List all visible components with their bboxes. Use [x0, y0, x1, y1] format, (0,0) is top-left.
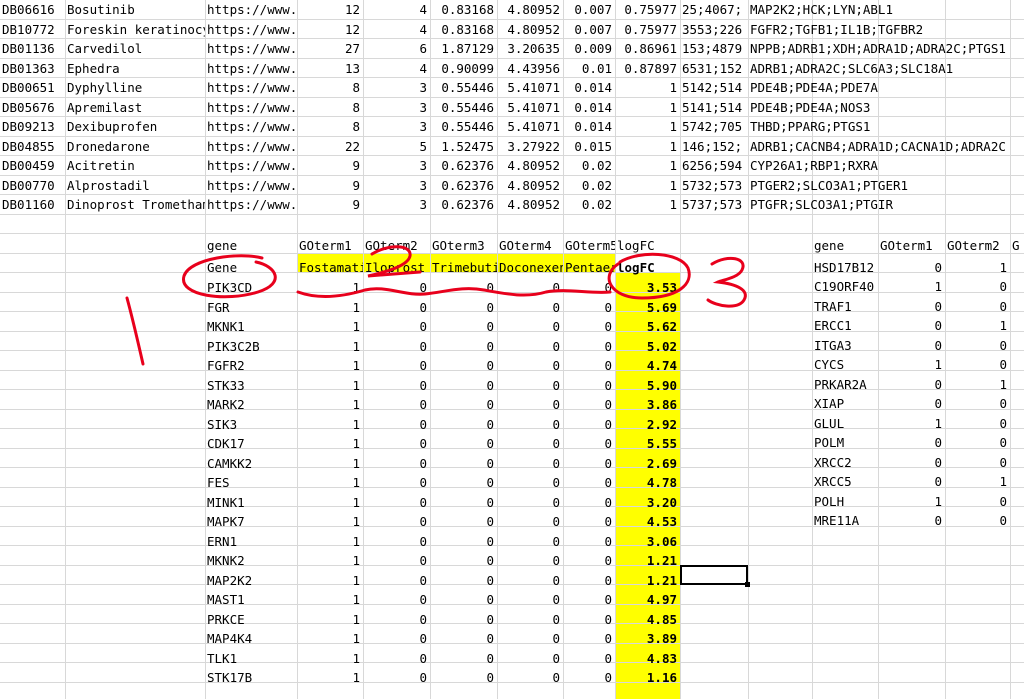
- annotation-underline-goterms: [296, 287, 612, 298]
- annotation-circle-gene: [182, 254, 277, 299]
- annotation-circle-logfc: [607, 252, 691, 300]
- annotation-number-1: [125, 296, 145, 366]
- annotation-number-2: [367, 245, 422, 278]
- annotation-number-3: [706, 256, 747, 308]
- handwritten-annotations: [125, 245, 747, 366]
